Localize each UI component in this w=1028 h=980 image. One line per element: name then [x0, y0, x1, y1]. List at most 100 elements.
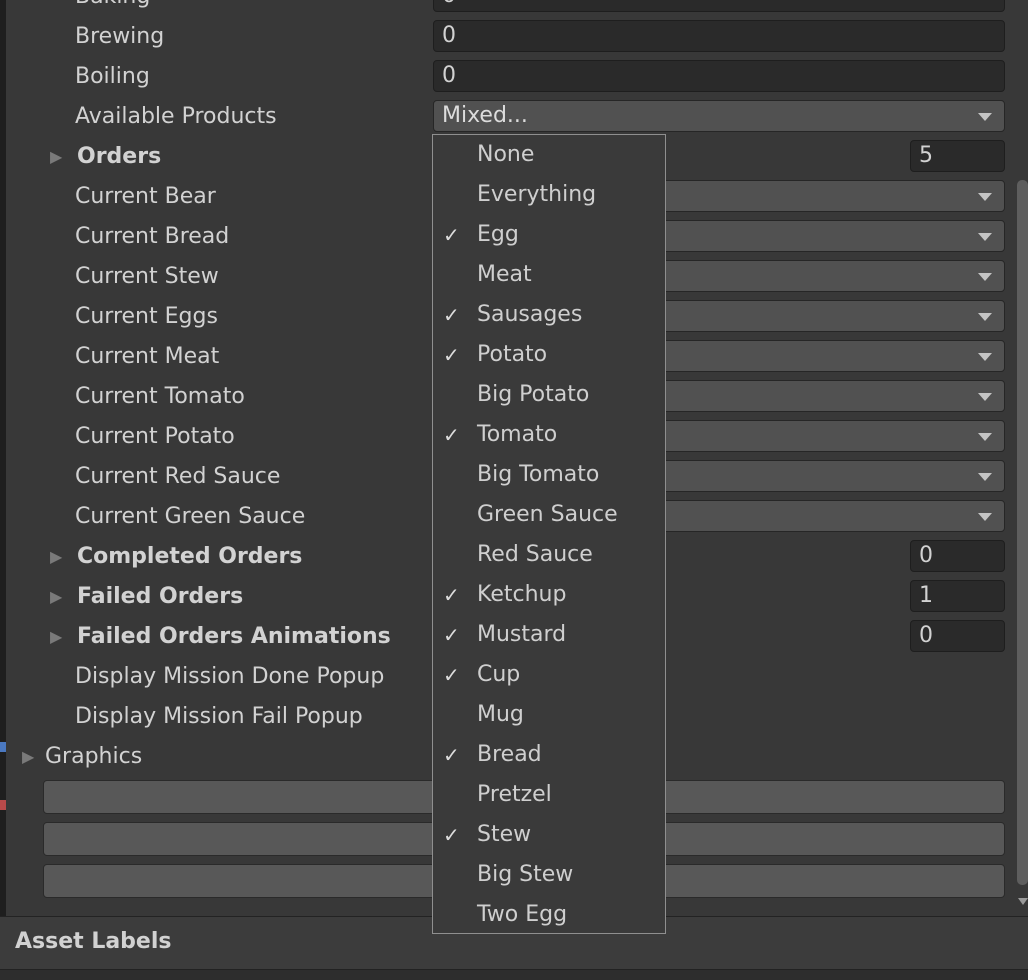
- foldout-arrow-icon[interactable]: ▶: [50, 622, 62, 652]
- menu-item-potato[interactable]: ✓ Potato: [433, 335, 665, 375]
- menu-item-label: Stew: [477, 822, 532, 847]
- current-bread-dropdown[interactable]: [650, 220, 1005, 252]
- chevron-down-icon: [978, 393, 992, 401]
- menu-item-mustard[interactable]: ✓ Mustard: [433, 615, 665, 655]
- failed-orders-count-input[interactable]: 1: [910, 580, 1005, 612]
- current-meat-dropdown[interactable]: [650, 340, 1005, 372]
- panel-divider: [0, 969, 1028, 980]
- menu-item-green-sauce[interactable]: Green Sauce: [433, 495, 665, 535]
- menu-item-label: Potato: [477, 342, 548, 367]
- field-row-baking: Baking 0: [0, 0, 1028, 17]
- field-label: Display Mission Done Popup: [75, 664, 385, 689]
- orders-label[interactable]: Orders: [77, 142, 161, 172]
- menu-item-big-stew[interactable]: Big Stew: [433, 855, 665, 895]
- current-potato-dropdown[interactable]: [650, 420, 1005, 452]
- field-label: Current Bread: [75, 224, 230, 249]
- field-label: Brewing: [75, 24, 165, 49]
- menu-item-label: Big Stew: [477, 862, 574, 887]
- brewing-input[interactable]: 0: [433, 20, 1005, 52]
- chevron-down-icon: [978, 433, 992, 441]
- checkmark-icon: ✓: [443, 663, 460, 687]
- field-label: Current Bear: [75, 184, 216, 209]
- scroll-down-arrow-icon[interactable]: [1018, 898, 1028, 905]
- menu-item-label: Meat: [477, 262, 532, 287]
- chevron-down-icon: [978, 513, 992, 521]
- field-label: Display Mission Fail Popup: [75, 704, 363, 729]
- foldout-arrow-icon[interactable]: ▶: [22, 742, 34, 772]
- available-products-label: Available Products: [75, 104, 277, 129]
- chevron-down-icon: [978, 473, 992, 481]
- checkmark-icon: ✓: [443, 423, 460, 447]
- field-label: Boiling: [75, 64, 150, 89]
- edge-marker-red: [0, 800, 6, 810]
- field-row-brewing: Brewing 0: [0, 17, 1028, 57]
- menu-item-label: Big Tomato: [477, 462, 600, 487]
- current-green-sauce-dropdown[interactable]: [650, 500, 1005, 532]
- menu-item-bread[interactable]: ✓ Bread: [433, 735, 665, 775]
- menu-item-label: Pretzel: [477, 782, 552, 807]
- menu-item-label: Egg: [477, 222, 519, 247]
- field-label: Current Meat: [75, 344, 220, 369]
- failed-orders-animations-count-input[interactable]: 0: [910, 620, 1005, 652]
- completed-orders-count-input[interactable]: 0: [910, 540, 1005, 572]
- chevron-down-icon: [978, 313, 992, 321]
- foldout-arrow-icon[interactable]: ▶: [50, 582, 62, 612]
- menu-item-cup[interactable]: ✓ Cup: [433, 655, 665, 695]
- menu-item-label: Big Potato: [477, 382, 590, 407]
- menu-item-mug[interactable]: Mug: [433, 695, 665, 735]
- current-eggs-dropdown[interactable]: [650, 300, 1005, 332]
- menu-item-label: Ketchup: [477, 582, 567, 607]
- current-bear-dropdown[interactable]: [650, 180, 1005, 212]
- field-label: Current Stew: [75, 264, 219, 289]
- available-products-menu: None Everything ✓ Egg Meat ✓ Sausages ✓ Potato Bi…: [432, 134, 666, 934]
- field-label: Current Tomato: [75, 384, 245, 409]
- baking-input[interactable]: 0: [433, 0, 1005, 12]
- menu-item-label: Green Sauce: [477, 502, 618, 527]
- graphics-label[interactable]: Graphics: [45, 742, 142, 772]
- menu-item-ketchup[interactable]: ✓ Ketchup: [433, 575, 665, 615]
- menu-item-stew[interactable]: ✓ Stew: [433, 815, 665, 855]
- menu-item-tomato[interactable]: ✓ Tomato: [433, 415, 665, 455]
- available-products-row: Available Products Mixed...: [0, 97, 1028, 137]
- chevron-down-icon: [978, 113, 992, 121]
- chevron-down-icon: [978, 193, 992, 201]
- menu-item-none[interactable]: None: [433, 135, 665, 175]
- field-label: Current Potato: [75, 424, 235, 449]
- failed-orders-animations-label[interactable]: Failed Orders Animations: [77, 622, 391, 652]
- menu-item-label: Mug: [477, 702, 524, 727]
- menu-item-big-potato[interactable]: Big Potato: [433, 375, 665, 415]
- checkmark-icon: ✓: [443, 343, 460, 367]
- menu-item-label: Mustard: [477, 622, 567, 647]
- menu-item-big-tomato[interactable]: Big Tomato: [433, 455, 665, 495]
- asset-labels-title: Asset Labels: [15, 929, 172, 954]
- foldout-arrow-icon[interactable]: ▶: [50, 542, 62, 572]
- boiling-input[interactable]: 0: [433, 60, 1005, 92]
- menu-item-everything[interactable]: Everything: [433, 175, 665, 215]
- field-row-boiling: Boiling 0: [0, 57, 1028, 97]
- current-tomato-dropdown[interactable]: [650, 380, 1005, 412]
- menu-item-two-egg[interactable]: Two Egg: [433, 895, 665, 935]
- menu-item-pretzel[interactable]: Pretzel: [433, 775, 665, 815]
- current-red-sauce-dropdown[interactable]: [650, 460, 1005, 492]
- menu-item-egg[interactable]: ✓ Egg: [433, 215, 665, 255]
- menu-item-sausages[interactable]: ✓ Sausages: [433, 295, 665, 335]
- failed-orders-label[interactable]: Failed Orders: [77, 582, 243, 612]
- menu-item-label: Cup: [477, 662, 521, 687]
- chevron-down-icon: [978, 353, 992, 361]
- scrollbar-thumb[interactable]: [1017, 180, 1028, 885]
- checkmark-icon: ✓: [443, 623, 460, 647]
- menu-item-label: Two Egg: [477, 902, 568, 927]
- menu-item-label: Everything: [477, 182, 597, 207]
- completed-orders-label[interactable]: Completed Orders: [77, 542, 302, 572]
- checkmark-icon: ✓: [443, 823, 460, 847]
- field-label: Current Red Sauce: [75, 464, 281, 489]
- foldout-arrow-icon[interactable]: ▶: [50, 142, 62, 172]
- orders-count-input[interactable]: 5: [910, 140, 1005, 172]
- menu-item-label: Bread: [477, 742, 542, 767]
- menu-item-meat[interactable]: Meat: [433, 255, 665, 295]
- menu-item-label: Red Sauce: [477, 542, 593, 567]
- current-stew-dropdown[interactable]: [650, 260, 1005, 292]
- menu-item-red-sauce[interactable]: Red Sauce: [433, 535, 665, 575]
- chevron-down-icon: [978, 273, 992, 281]
- available-products-dropdown[interactable]: Mixed...: [433, 100, 1005, 132]
